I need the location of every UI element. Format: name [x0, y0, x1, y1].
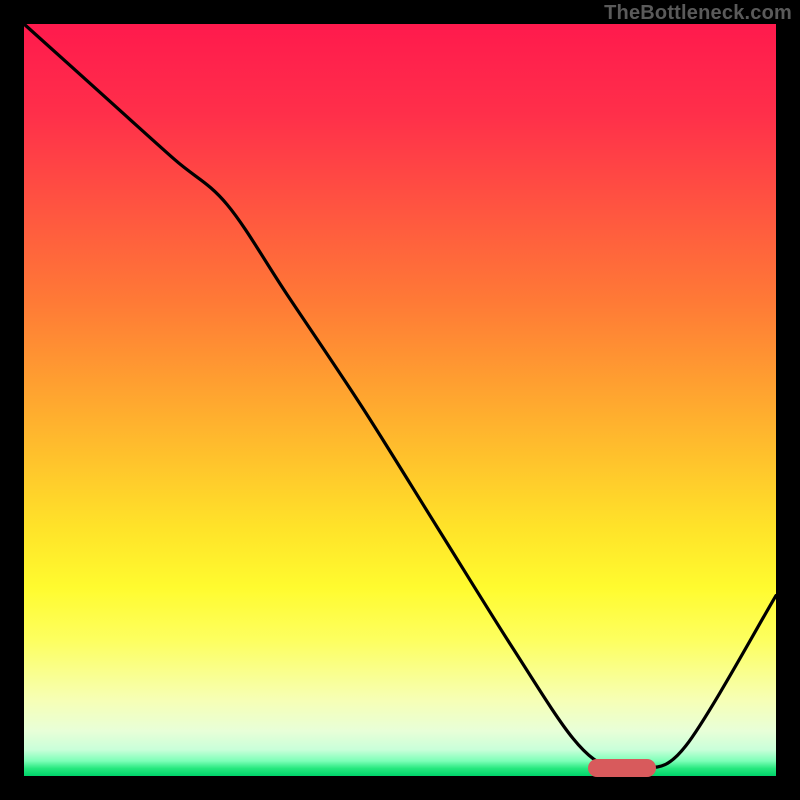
bottleneck-curve — [24, 24, 776, 776]
watermark-text: TheBottleneck.com — [604, 2, 792, 25]
chart-frame: TheBottleneck.com — [0, 0, 800, 800]
chart-plot-area — [24, 24, 776, 776]
optimal-range-marker — [588, 759, 656, 777]
